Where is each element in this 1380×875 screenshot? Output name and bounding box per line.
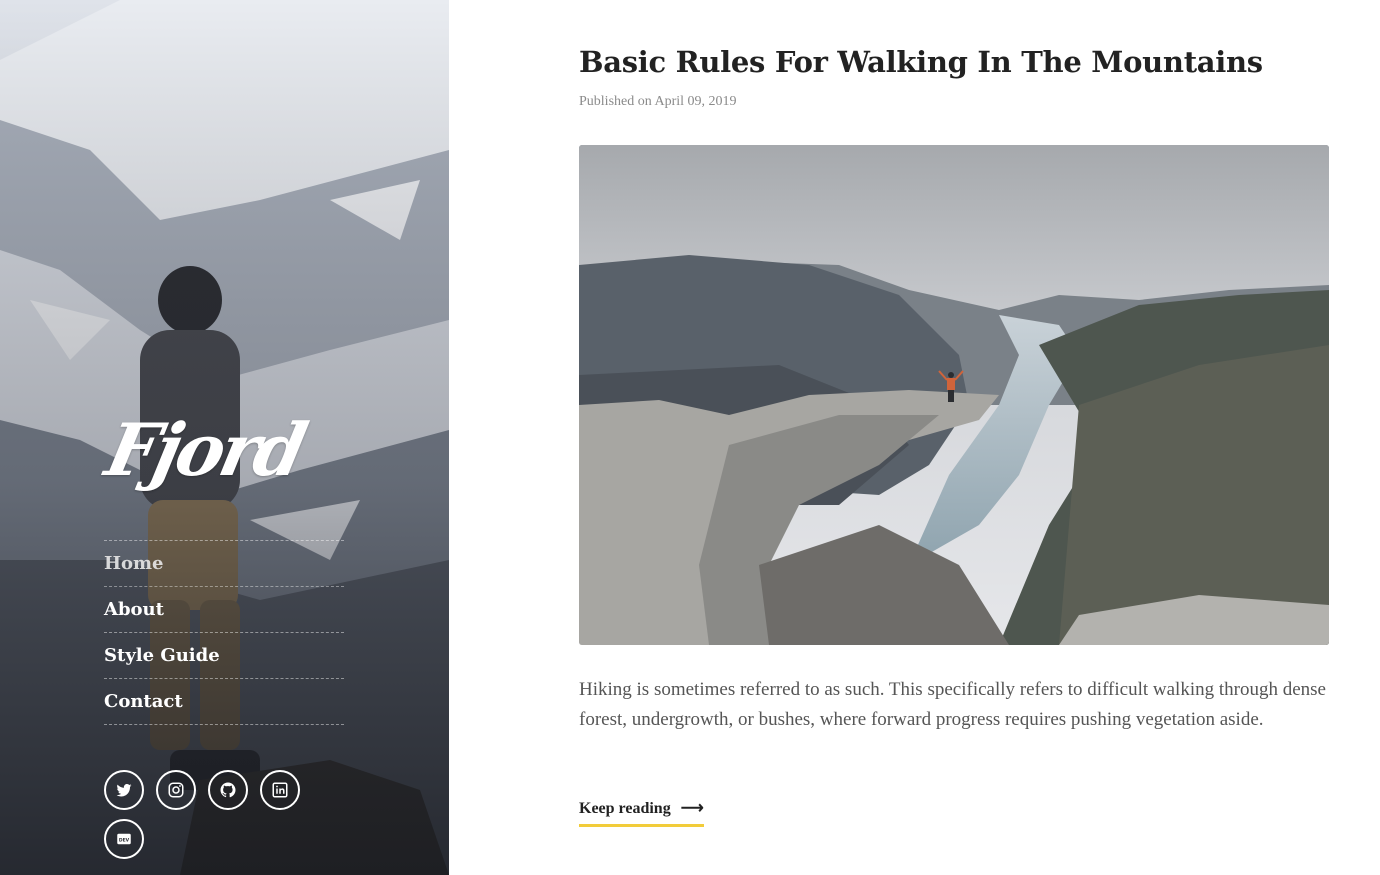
logo-text: Fjord (99, 407, 311, 492)
post-publish-date: Published on April 09, 2019 (579, 94, 737, 109)
arrow-right-icon: ⟶ (680, 800, 704, 817)
instagram-icon (168, 782, 184, 798)
nav-item-contact[interactable]: Contact (104, 679, 344, 725)
post-excerpt: Hiking is sometimes referred to as such.… (579, 679, 1326, 730)
fjord-landscape-image (579, 145, 1329, 645)
twitter-icon (116, 784, 132, 797)
instagram-button[interactable] (156, 770, 196, 810)
dev-icon: DEV (117, 833, 131, 845)
nav-item-style-guide[interactable]: Style Guide (104, 633, 344, 679)
nav-item-about[interactable]: About (104, 587, 344, 633)
social-links: DEV (104, 770, 344, 868)
keep-reading-link[interactable]: Keep reading ⟶ (579, 800, 704, 827)
github-button[interactable] (208, 770, 248, 810)
keep-reading-label: Keep reading (579, 800, 671, 817)
site-logo[interactable]: Fjord (99, 400, 311, 500)
github-icon (220, 782, 236, 798)
linkedin-button[interactable] (260, 770, 300, 810)
post-featured-image[interactable] (579, 145, 1329, 645)
linkedin-icon (272, 782, 288, 798)
post-title[interactable]: Basic Rules For Walking In The Mountains (579, 44, 1339, 80)
nav-item-home[interactable]: Home (104, 541, 344, 587)
dev-button[interactable]: DEV (104, 819, 144, 859)
main-nav: Home About Style Guide Contact (104, 540, 344, 725)
twitter-button[interactable] (104, 770, 144, 810)
sidebar: Fjord Home About Style Guide Contact DEV (0, 0, 449, 875)
dev-icon-label: DEV (119, 837, 130, 843)
